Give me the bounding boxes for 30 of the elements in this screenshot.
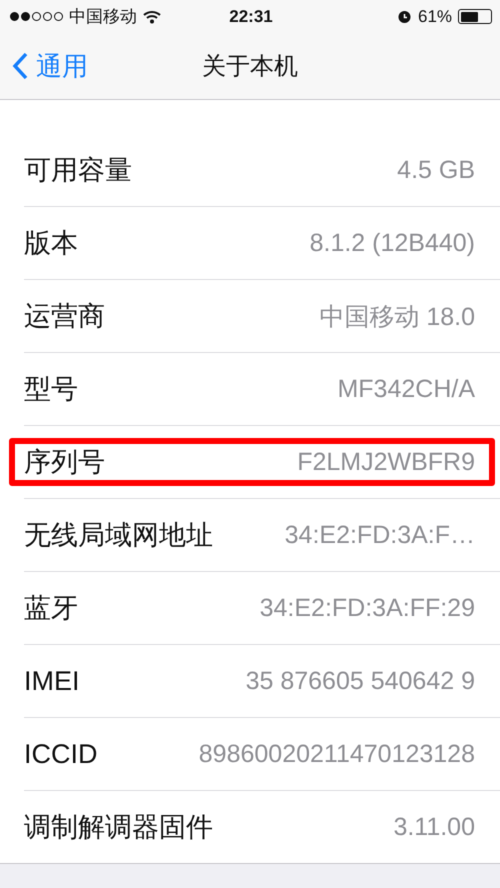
row-label: 无线局域网地址 <box>24 519 213 552</box>
row-label: IMEI <box>24 666 80 696</box>
alarm-icon <box>396 9 412 24</box>
signal-icon <box>10 12 63 21</box>
row-label: 运营商 <box>24 300 105 333</box>
back-button[interactable]: 通用 <box>0 48 88 84</box>
carrier-name: 中国移动 <box>69 6 137 28</box>
row-value: 中国移动 18.0 <box>319 302 475 332</box>
battery-icon <box>458 9 492 24</box>
row-label: ICCID <box>24 738 98 770</box>
row-value: 8.1.2 (12B440) <box>310 228 475 258</box>
page-title: 关于本机 <box>202 52 298 82</box>
row-value: MF342CH/A <box>337 374 475 404</box>
row-value: 34:E2:FD:3A:F… <box>284 520 475 550</box>
chevron-icon <box>12 52 28 80</box>
row-value: 34:E2:FD:3A:FF:29 <box>260 594 475 622</box>
row-value: 89860020211470123128 <box>198 740 475 768</box>
row-label: 序列号 <box>24 446 105 479</box>
row-value: F2LMJ2WBFR9 <box>297 448 475 476</box>
row-label: 版本 <box>24 227 78 260</box>
row-value: 3.11.00 <box>393 812 475 842</box>
row-label: 蓝牙 <box>24 592 78 625</box>
clock-time: 22:31 <box>229 6 273 26</box>
row-label: 可用容量 <box>24 154 132 187</box>
battery-percent: 61% <box>418 6 452 26</box>
row-value: 35 876605 540642 9 <box>246 666 475 696</box>
wifi-icon <box>143 10 161 24</box>
row-value: 4.5 GB <box>397 156 475 184</box>
row-label: 型号 <box>24 373 78 406</box>
row-label: 调制解调器固件 <box>24 811 213 844</box>
